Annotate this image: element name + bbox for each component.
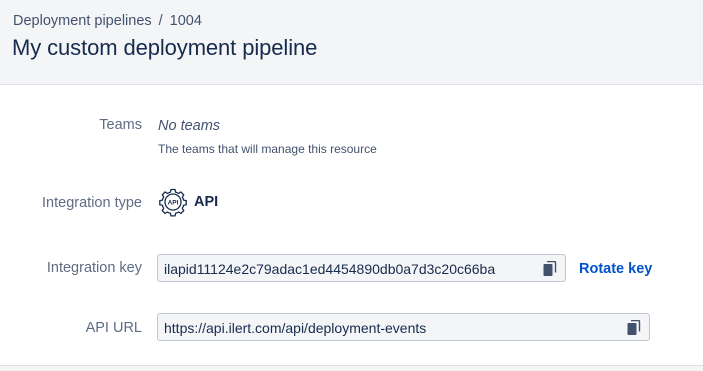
integration-key-field[interactable]: ilapid11124e2c79adac1ed4454890db0a7d3c20… [157,254,566,282]
pipeline-details-panel: Teams No teams The teams that will manag… [0,85,703,366]
api-url-value[interactable]: https://api.ilert.com/api/deployment-eve… [164,320,426,336]
copy-url-icon[interactable] [627,320,641,336]
api-gear-icon: API [159,188,187,217]
integration-key-value[interactable]: ilapid11124e2c79adac1ed4454890db0a7d3c20… [164,261,495,277]
api-url-field[interactable]: https://api.ilert.com/api/deployment-eve… [157,313,650,341]
breadcrumb-deployment-pipelines-link[interactable]: Deployment pipelines [13,13,152,29]
page-title: My custom deployment pipeline [12,35,318,60]
api-icon-text: API [168,199,179,206]
copy-key-icon[interactable] [543,261,557,277]
teams-help-text: The teams that will manage this resource [158,142,377,156]
breadcrumb-separator: / [158,13,163,29]
api-url-label: API URL [85,320,142,336]
teams-value: No teams [158,118,221,134]
integration-type-value: API [194,194,219,210]
teams-label: Teams [99,117,142,133]
rotate-key-link[interactable]: Rotate key [579,261,652,277]
integration-type-label: Integration type [42,195,142,211]
breadcrumb: Deployment pipelines / 1004 [13,13,202,29]
breadcrumb-current: 1004 [169,13,202,29]
page-header: Deployment pipelines / 1004 My custom depl… [0,0,703,85]
integration-key-label: Integration key [46,260,142,276]
